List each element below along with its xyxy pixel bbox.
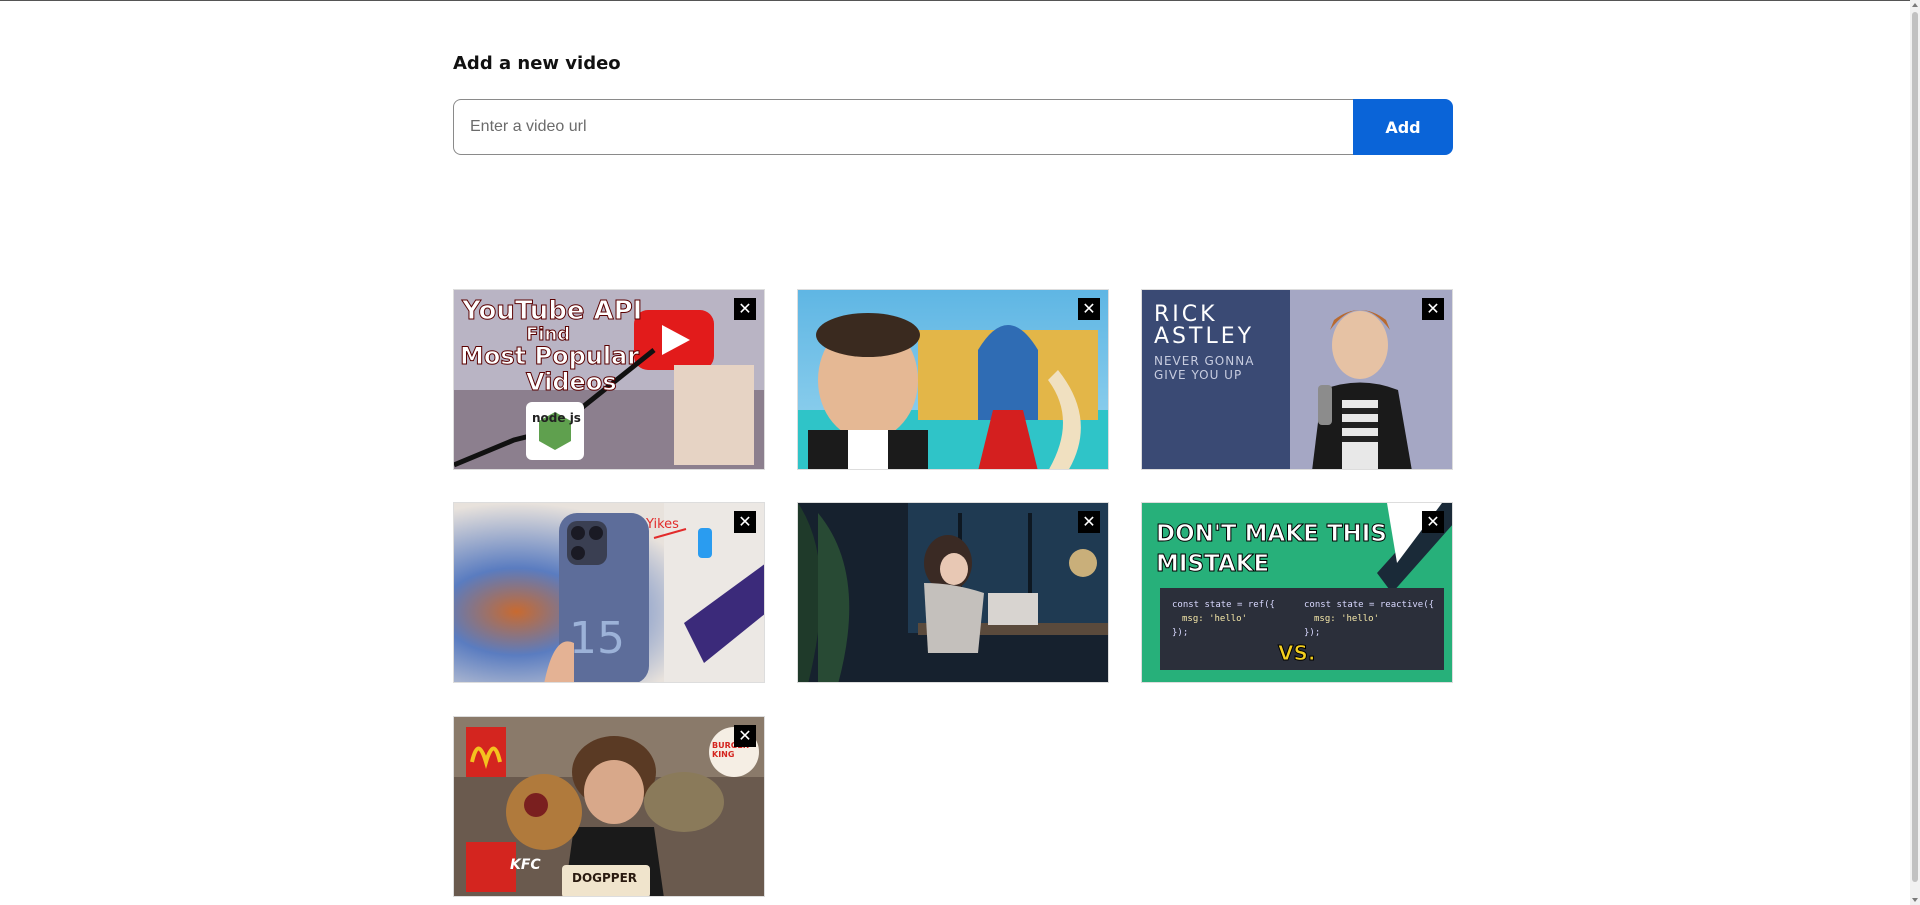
code-line: }); bbox=[1172, 628, 1189, 638]
code-line: const state = ref({ bbox=[1172, 600, 1275, 610]
thumb-title: MISTAKE bbox=[1155, 551, 1270, 578]
page-heading: Add a new video bbox=[453, 53, 621, 74]
vertical-scrollbar[interactable] bbox=[1910, 0, 1920, 905]
thumb-title: 15 bbox=[569, 613, 625, 664]
thumb-title: Most Popular bbox=[459, 342, 640, 371]
close-icon[interactable]: ✕ bbox=[734, 298, 756, 320]
video-card[interactable]: Yikes 15 ✕ bbox=[453, 502, 765, 683]
close-icon[interactable]: ✕ bbox=[1422, 511, 1444, 533]
thumb-title: DON'T MAKE THIS bbox=[1156, 521, 1388, 548]
close-icon[interactable]: ✕ bbox=[734, 511, 756, 533]
top-border bbox=[0, 0, 1910, 1]
thumb-annotation: Yikes bbox=[646, 517, 679, 532]
close-icon[interactable]: ✕ bbox=[734, 725, 756, 747]
close-icon[interactable]: ✕ bbox=[1422, 298, 1444, 320]
scrollbar-thumb[interactable] bbox=[1912, 12, 1918, 882]
thumb-logo-text: DOGPPER bbox=[572, 871, 638, 885]
video-card[interactable]: RICK ASTLEY NEVER GONNA GIVE YOU UP ✕ bbox=[1141, 289, 1453, 470]
add-video-form: Add bbox=[453, 99, 1453, 155]
code-line: msg: 'hello' bbox=[1314, 614, 1380, 624]
thumb-subtitle: NEVER GONNA bbox=[1154, 354, 1255, 368]
video-card[interactable]: DON'T MAKE THIS MISTAKE const state = re… bbox=[1141, 502, 1453, 683]
vs-label: VS. bbox=[1277, 641, 1316, 666]
thumb-subtitle: GIVE YOU UP bbox=[1154, 368, 1243, 382]
thumb-title: Videos bbox=[526, 368, 618, 397]
node-badge: node js bbox=[532, 411, 581, 425]
video-card[interactable]: YouTube API Find Most Popular Videos nod… bbox=[453, 289, 765, 470]
thumb-title: YouTube API bbox=[461, 296, 643, 327]
thumb-logo-text: KFC bbox=[510, 857, 541, 873]
add-button[interactable]: Add bbox=[1353, 99, 1453, 155]
scroll-down-arrow[interactable] bbox=[1910, 895, 1920, 905]
video-card[interactable]: ✕ bbox=[797, 502, 1109, 683]
code-line: const state = reactive({ bbox=[1304, 600, 1435, 610]
video-card[interactable]: ✕ bbox=[797, 289, 1109, 470]
scroll-up-arrow[interactable] bbox=[1910, 0, 1920, 10]
code-line: msg: 'hello' bbox=[1182, 614, 1248, 624]
video-url-input[interactable] bbox=[453, 99, 1353, 155]
video-thumbnail[interactable] bbox=[798, 290, 1109, 470]
close-icon[interactable]: ✕ bbox=[1078, 511, 1100, 533]
video-card[interactable]: KFC BURGER KING DOGPPER ✕ bbox=[453, 716, 765, 897]
thumb-title: ASTLEY bbox=[1154, 324, 1255, 349]
close-icon[interactable]: ✕ bbox=[1078, 298, 1100, 320]
code-line: }); bbox=[1304, 628, 1321, 638]
video-thumbnail[interactable] bbox=[798, 503, 1109, 683]
